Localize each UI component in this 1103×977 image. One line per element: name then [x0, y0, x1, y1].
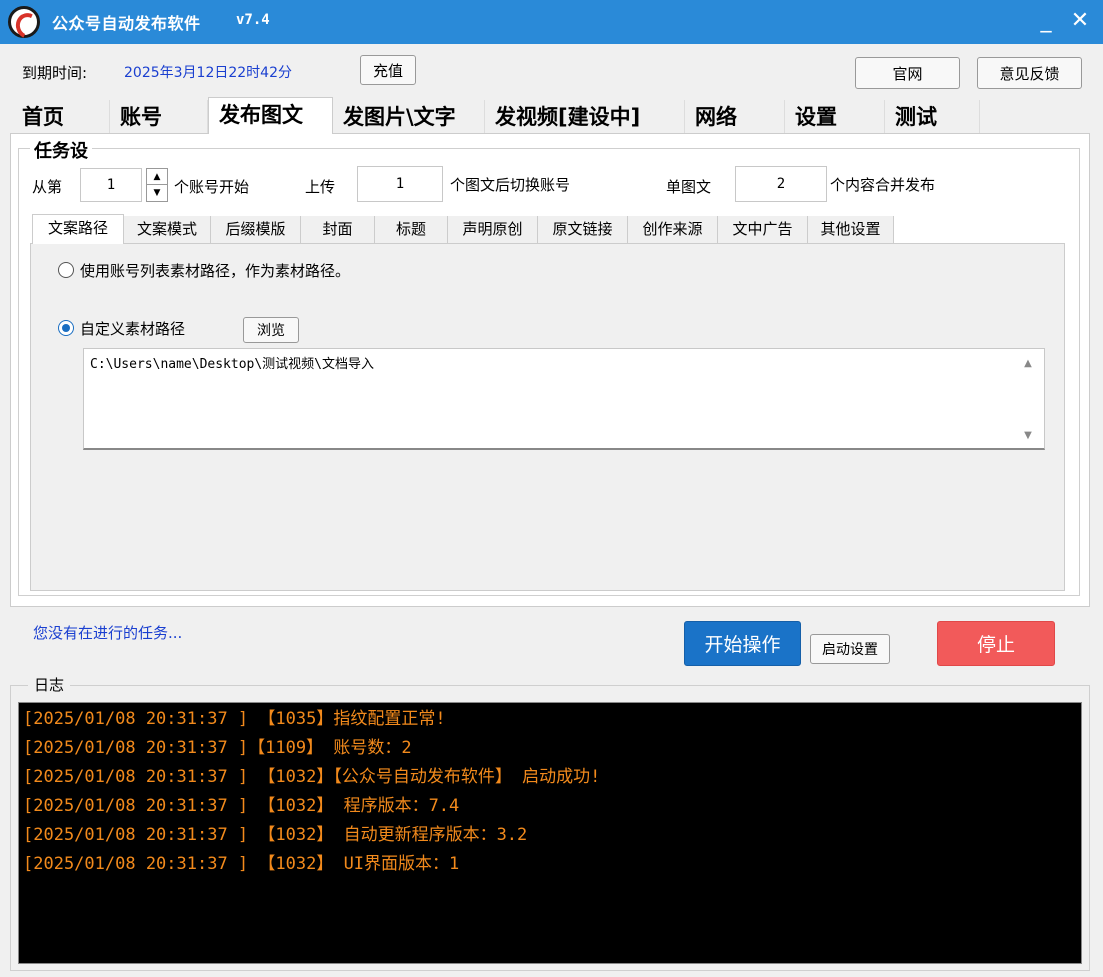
- recharge-button[interactable]: 充值: [360, 55, 416, 85]
- log-line: [2025/01/08 20:31:37 ] 【1032】【公众号自动发布软件】…: [23, 767, 601, 787]
- tab-settings[interactable]: 设置: [785, 100, 885, 134]
- subtab-creation-source[interactable]: 创作来源: [628, 216, 718, 243]
- task-status-text: 您没有在进行的任务...: [33, 624, 183, 642]
- start-button[interactable]: 开始操作: [684, 621, 801, 666]
- app-logo-icon: [8, 6, 40, 38]
- log-line: [2025/01/08 20:31:37 ] 【1032】 程序版本：7.4: [23, 796, 460, 816]
- close-button[interactable]: ✕: [1064, 6, 1096, 38]
- material-path-textarea[interactable]: C:\Users\name\Desktop\测试视频\文档导入: [83, 348, 1045, 450]
- title-bar: 公众号自动发布软件 v7.4 _ ✕: [0, 0, 1103, 44]
- log-console: [2025/01/08 20:31:37 ] 【1035】指纹配置正常! [20…: [18, 702, 1082, 964]
- subtab-other-settings[interactable]: 其他设置: [808, 216, 894, 243]
- tab-test[interactable]: 测试: [885, 100, 980, 134]
- stop-button[interactable]: 停止: [937, 621, 1055, 666]
- from-account-input[interactable]: 1: [80, 168, 142, 202]
- startup-settings-button[interactable]: 启动设置: [810, 634, 890, 664]
- log-line: [2025/01/08 20:31:37 ] 【1032】 UI界面版本：1: [23, 854, 460, 874]
- spin-down-icon[interactable]: ▼: [147, 185, 167, 201]
- merge-count-input[interactable]: 2: [735, 166, 827, 202]
- minimize-button[interactable]: _: [1030, 6, 1062, 38]
- subtab-source-link[interactable]: 原文链接: [538, 216, 628, 243]
- subtab-suffix-template[interactable]: 后缀模版: [211, 216, 301, 243]
- log-line: [2025/01/08 20:31:37 ]【1109】 账号数：2: [23, 738, 412, 758]
- single-label: 单图文: [666, 178, 712, 196]
- from-label: 从第: [32, 178, 63, 196]
- tab-network[interactable]: 网络: [685, 100, 785, 134]
- expire-label: 到期时间:: [22, 64, 88, 82]
- official-site-button[interactable]: 官网: [855, 57, 960, 89]
- tab-home[interactable]: 首页: [12, 100, 110, 134]
- scroll-up-icon[interactable]: ▲: [1020, 356, 1036, 372]
- browse-button[interactable]: 浏览: [243, 317, 299, 343]
- account-path-radio[interactable]: [58, 262, 74, 278]
- subtab-copy-mode[interactable]: 文案模式: [124, 216, 211, 243]
- from-suffix-label: 个账号开始: [174, 178, 250, 196]
- upload-suffix-label: 个图文后切换账号: [450, 176, 571, 194]
- upload-count-input[interactable]: 1: [357, 166, 443, 202]
- tab-account[interactable]: 账号: [110, 100, 208, 134]
- log-title: 日志: [28, 674, 71, 695]
- log-line: [2025/01/08 20:31:37 ] 【1035】指纹配置正常!: [23, 709, 446, 729]
- expire-value: 2025年3月12日22时42分: [124, 65, 292, 81]
- scroll-down-icon[interactable]: ▼: [1020, 428, 1036, 444]
- subtab-title[interactable]: 标题: [375, 216, 448, 243]
- spin-up-icon[interactable]: ▲: [147, 169, 167, 185]
- subtab-original-declare[interactable]: 声明原创: [448, 216, 538, 243]
- feedback-button[interactable]: 意见反馈: [977, 57, 1082, 89]
- account-path-label[interactable]: 使用账号列表素材路径，作为素材路径。: [80, 260, 350, 281]
- custom-path-label[interactable]: 自定义素材路径: [80, 318, 185, 339]
- app-version: v7.4: [236, 12, 270, 28]
- subtab-inline-ads[interactable]: 文中广告: [718, 216, 808, 243]
- from-account-spinner[interactable]: ▲ ▼: [146, 168, 168, 202]
- subtab-cover[interactable]: 封面: [301, 216, 375, 243]
- single-suffix-label: 个内容合并发布: [830, 176, 936, 194]
- tab-image-text[interactable]: 发图片\文字: [333, 100, 485, 134]
- subtab-copy-path[interactable]: 文案路径: [32, 214, 124, 244]
- tab-video[interactable]: 发视频[建设中]: [485, 100, 685, 134]
- log-line: [2025/01/08 20:31:37 ] 【1032】 自动更新程序版本：3…: [23, 825, 528, 845]
- upload-label: 上传: [305, 178, 336, 196]
- tab-publish-article[interactable]: 发布图文: [208, 97, 333, 134]
- task-settings-title: 任务设: [30, 137, 92, 163]
- app-title: 公众号自动发布软件: [52, 14, 201, 33]
- custom-path-radio[interactable]: [58, 320, 74, 336]
